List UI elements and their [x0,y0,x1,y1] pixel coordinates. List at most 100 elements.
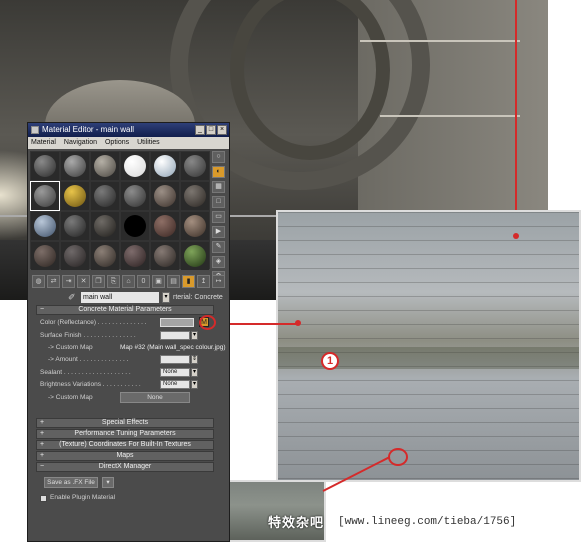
material-name-field[interactable]: main wall [81,291,159,303]
custom-map2-button[interactable]: None [120,392,190,403]
connector-line [515,0,517,232]
menu-navigation[interactable]: Navigation [64,137,97,149]
material-slot[interactable] [151,212,179,240]
close-button[interactable]: × [217,125,227,135]
color-reflectance-label: Color (Reflectance) . . . . . . . . . . … [40,319,147,326]
sealant-dropdown[interactable]: ▾ [191,368,198,377]
railing [360,40,520,42]
color-swatch[interactable] [160,318,194,327]
enable-plugin-label: Enable Plugin Material [50,494,116,501]
material-slot[interactable] [151,242,179,270]
go-forward-sibling-icon[interactable]: ↦ [212,274,225,288]
material-slot[interactable] [181,212,209,240]
material-slot[interactable] [91,212,119,240]
select-by-material-icon[interactable]: ◈ [212,256,225,268]
background-icon[interactable]: ▦ [212,181,225,193]
custom-map-label: -> Custom Map [48,344,93,351]
make-unique-icon[interactable]: ⎘ [107,274,120,288]
material-slot[interactable] [181,182,209,210]
sample-type-icon[interactable]: ○ [212,151,225,163]
assign-material-icon[interactable]: ⇥ [62,274,75,288]
video-check-icon[interactable]: ▭ [212,211,225,223]
brightness-dropdown[interactable]: ▾ [191,380,198,389]
minimize-button[interactable]: _ [195,125,205,135]
material-slot[interactable] [151,182,179,210]
amount-spinner[interactable] [160,355,190,364]
menu-material[interactable]: Material [31,137,56,149]
surface-finish-select[interactable] [160,331,190,340]
show-end-result-icon[interactable]: ▤ [167,274,180,288]
fx-dropdown-button[interactable]: ▾ [102,477,114,488]
put-to-scene-icon[interactable]: ⇄ [47,274,60,288]
rollout-texture-coordinates[interactable]: + (Texture) Coordinates For Built-In Text… [36,440,214,450]
go-to-parent-icon[interactable]: ↥ [197,274,210,288]
material-slot[interactable] [121,242,149,270]
material-slot[interactable] [91,242,119,270]
amount-spinner-arrows[interactable]: ⇕ [191,355,198,364]
material-slot[interactable] [61,212,89,240]
rollout-concrete-params[interactable]: − Concrete Material Parameters [36,305,214,315]
rollout-maps[interactable]: + Maps [36,451,214,461]
concrete-texture-image: 1 [276,210,581,482]
material-toolbar: ◍ ⇄ ⇥ ✕ ❐ ⎘ ⌂ 0 ▣ ▤ ▮ ↥ ↦ [30,273,226,289]
material-effects-channel-icon[interactable]: 0 [137,274,150,288]
material-slot[interactable] [121,212,149,240]
rollout-special-effects[interactable]: + Special Effects [36,418,214,428]
put-to-library-icon[interactable]: ⌂ [122,274,135,288]
material-slot-selected[interactable] [30,181,60,211]
material-slot[interactable] [121,182,149,210]
backlight-icon[interactable]: ◐ [212,166,225,178]
menu-options[interactable]: Options [105,137,129,149]
highlight-circle [388,448,408,466]
watermark-url: [www.lineeg.com/tieba/1756] [338,516,517,528]
material-editor-window[interactable]: Material Editor - main wall _ □ × Materi… [27,122,230,542]
eyedropper-icon[interactable]: ✐ [68,292,78,303]
sealant-select[interactable]: None [160,368,190,377]
railing [380,115,520,117]
save-fx-file-button[interactable]: Save as .FX File [44,477,98,488]
custom-map-value[interactable]: Map #32 (Main wall_spec colour.jpg) [120,344,226,351]
material-slot[interactable] [31,152,59,180]
sample-uv-icon[interactable]: □ [212,196,225,208]
menu-bar: Material Navigation Options Utilities [28,137,229,149]
options-icon[interactable]: ✎ [212,241,225,253]
rollout-toggle: − [40,306,45,313]
brightness-variations-label: Brightness Variations . . . . . . . . . … [40,381,141,388]
material-slot[interactable] [61,182,89,210]
surface-finish-label: Surface Finish . . . . . . . . . . . . .… [40,332,136,339]
material-slot[interactable] [61,242,89,270]
material-slot[interactable] [151,152,179,180]
rollout-performance-tuning[interactable]: + Performance Tuning Parameters [36,429,214,439]
maximize-button[interactable]: □ [206,125,216,135]
sealant-label: Sealant . . . . . . . . . . . . . . . . … [40,369,131,376]
material-slots-grid [30,151,210,270]
material-slot[interactable] [61,152,89,180]
material-name-dropdown[interactable]: ▾ [162,291,170,303]
material-slot[interactable] [121,152,149,180]
make-preview-icon[interactable]: ▶ [212,226,225,238]
get-material-icon[interactable]: ◍ [32,274,45,288]
surface-finish-dropdown[interactable]: ▾ [191,331,198,340]
material-name-row: ✐ main wall ▾ rterial: Concrete [68,291,228,303]
menu-utilities[interactable]: Utilities [137,137,160,149]
rollout-title: Concrete Material Parameters [78,306,172,313]
copy-material-icon[interactable]: ❐ [92,274,105,288]
material-slot[interactable] [91,182,119,210]
app-icon [31,126,39,134]
material-type-label[interactable]: rterial: Concrete [173,294,223,301]
reset-map-icon[interactable]: ✕ [77,274,90,288]
callout-marker-1: 1 [321,352,339,370]
material-slot[interactable] [31,242,59,270]
custom-map2-label: -> Custom Map [48,394,93,401]
show-map-icon[interactable]: ▣ [152,274,165,288]
brightness-select[interactable]: None [160,380,190,389]
window-title: Material Editor - main wall [42,125,135,134]
show-in-viewport-icon[interactable]: ▮ [182,274,195,288]
material-slot[interactable] [91,152,119,180]
material-slot[interactable] [31,212,59,240]
watermark-cn: 特效杂吧 [268,515,325,530]
material-slot[interactable] [181,152,209,180]
title-bar[interactable]: Material Editor - main wall _ □ × [28,123,229,137]
material-slot[interactable] [181,242,209,270]
enable-plugin-checkbox[interactable] [40,495,47,502]
